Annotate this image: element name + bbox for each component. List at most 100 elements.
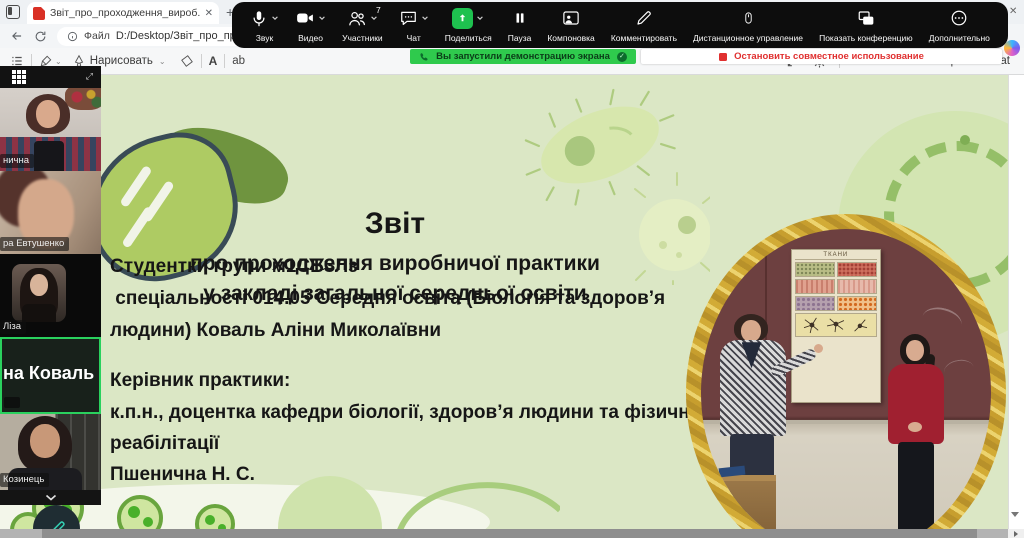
- refresh-icon[interactable]: [34, 30, 47, 43]
- browser-tab-pdf[interactable]: Звіт_про_проходження_вироб... ✕: [27, 2, 219, 24]
- teacher-face: [741, 320, 761, 342]
- participant-tile[interactable]: Ліза: [0, 254, 101, 337]
- chalk-mark: [919, 303, 964, 338]
- participant-tile[interactable]: нична: [0, 88, 101, 171]
- add-text-icon[interactable]: A: [209, 54, 218, 68]
- poster-patch: [837, 262, 877, 277]
- camera-icon: [295, 9, 315, 27]
- stop-square-icon: [719, 53, 727, 61]
- layout-button[interactable]: Компоновка: [545, 5, 596, 46]
- stop-sharing-label: Остановить совместное использование: [734, 51, 924, 62]
- show-meeting-button[interactable]: Показать конференцию: [817, 5, 915, 46]
- participant-tile-active-speaker[interactable]: на Коваль: [0, 337, 101, 414]
- scrollbar-corner: [1008, 529, 1024, 538]
- window-close-icon[interactable]: ✕: [1009, 6, 1017, 17]
- expand-strip-icon[interactable]: ⤢: [86, 71, 93, 82]
- supervisor-line-3: реабілітації: [110, 428, 219, 460]
- participant-name: Ліза: [0, 320, 26, 334]
- chevron-down-icon[interactable]: [370, 14, 378, 22]
- screen: Звіт про проходження виробничої практики…: [0, 0, 1024, 538]
- supervisor-line-2: к.п.н., доцентка кафедри біології, здоро…: [110, 397, 707, 429]
- avatar-face: [30, 274, 48, 296]
- supervisor-line-4: Пшенична Н. С.: [110, 459, 255, 491]
- chevron-down-icon[interactable]: [476, 14, 484, 22]
- remote-control-button[interactable]: Дистанционное управление: [691, 5, 805, 46]
- participant-mini-tag: [4, 397, 20, 408]
- windows-icon: [856, 9, 876, 27]
- pdf-file-icon: [33, 7, 45, 20]
- chevron-down-icon[interactable]: ⌄: [159, 57, 166, 66]
- tab-title: Звіт_про_проходження_вироб...: [50, 7, 200, 19]
- scroll-right-arrow[interactable]: [1014, 531, 1018, 537]
- pdf-page-slide: Звіт про проходження виробничої практики…: [0, 75, 1008, 530]
- divider: [224, 54, 225, 68]
- supervisor-line-1: Керівник практики:: [110, 365, 290, 397]
- student-line-3: людини) Коваль Аліни Миколаївни: [110, 315, 441, 347]
- participants-button[interactable]: 7 Участники: [340, 5, 385, 46]
- participants-strip-header: ⤢: [0, 66, 101, 88]
- student-hands: [908, 422, 922, 432]
- share-screen-button[interactable]: Поделиться: [443, 5, 494, 46]
- student-line-2: спеціальності 014.05 Середня освіта (Біо…: [110, 283, 665, 315]
- chat-icon: [399, 9, 418, 27]
- tab-actions-icon[interactable]: [6, 5, 20, 19]
- chevron-down-icon: [45, 494, 57, 501]
- screen-sharing-banner: Вы запустили демонстрацию экрана ✓: [410, 49, 636, 64]
- more-button[interactable]: Дополнительно: [927, 5, 992, 46]
- poster-patch: [837, 279, 877, 294]
- layout-icon: [561, 9, 581, 27]
- participant-name: Козинець: [0, 473, 49, 487]
- tile-background-detail: [65, 88, 101, 110]
- audio-button[interactable]: Звук: [248, 5, 281, 46]
- participants-icon: [347, 9, 367, 28]
- poster-neuron-drawings: [795, 313, 877, 337]
- poster-patch: [837, 296, 877, 311]
- participant-name: ра Евтушенко: [0, 237, 69, 251]
- check-icon: ✓: [617, 52, 627, 62]
- collapse-strip-button[interactable]: [0, 490, 101, 505]
- annotate-button[interactable]: Комментировать: [609, 5, 679, 46]
- meeting-toolbar: Звук Видео 7 Участники Чат: [232, 2, 1008, 48]
- participants-count-badge: 7: [376, 5, 381, 15]
- chevron-down-icon[interactable]: [271, 14, 279, 22]
- video-button[interactable]: Видео: [293, 5, 328, 46]
- sharing-banner-text: Вы запустили демонстрацию экрана: [436, 51, 610, 62]
- file-protocol-badge: Файл: [84, 30, 110, 42]
- teacher-hand: [814, 344, 823, 353]
- participant-video: [36, 100, 60, 128]
- stop-sharing-button[interactable]: Остановить совместное использование: [641, 49, 1002, 64]
- chat-button[interactable]: Чат: [397, 5, 431, 46]
- participant-video: [30, 424, 60, 458]
- microphone-icon: [250, 9, 268, 28]
- participants-strip: ⤢ нична ра Евтушенко Ліза на Ко: [0, 66, 101, 505]
- pdf-right-margin: [1008, 75, 1024, 530]
- mouse-icon: [742, 9, 755, 27]
- poster-title: ТКАНИ: [795, 252, 877, 260]
- poster-patch: [795, 262, 835, 277]
- participant-display-name: на Коваль: [3, 363, 101, 384]
- eraser-icon[interactable]: [180, 54, 194, 68]
- student-line-1: Студентки групи м1СБЗЛз: [110, 251, 358, 283]
- horizontal-scrollbar-thumb[interactable]: [42, 529, 977, 538]
- student-figure: [884, 334, 965, 530]
- copilot-icon[interactable]: [1004, 40, 1020, 56]
- info-icon: [67, 31, 78, 42]
- pause-icon: [513, 9, 527, 27]
- pause-share-button[interactable]: Пауза: [506, 5, 534, 46]
- share-screen-icon: [452, 8, 473, 29]
- poster-patch: [795, 296, 835, 311]
- back-icon[interactable]: [10, 29, 24, 43]
- tab-close-icon[interactable]: ✕: [205, 8, 213, 19]
- participant-tile[interactable]: Козинець: [0, 414, 101, 490]
- chevron-down-icon[interactable]: [318, 14, 326, 22]
- read-aloud-icon[interactable]: ab: [232, 55, 245, 67]
- chevron-down-icon[interactable]: [421, 14, 429, 22]
- gallery-view-icon[interactable]: [12, 70, 26, 84]
- more-ellipsis-icon: [950, 9, 968, 27]
- pencil-icon: [635, 9, 653, 27]
- vertical-scroll-down-arrow[interactable]: [1011, 512, 1019, 517]
- participant-tile[interactable]: ра Евтушенко: [0, 171, 101, 254]
- decoration-capsule: [119, 165, 152, 208]
- chevron-down-icon[interactable]: ⌄: [55, 57, 62, 66]
- horizontal-scrollbar[interactable]: [0, 529, 1008, 538]
